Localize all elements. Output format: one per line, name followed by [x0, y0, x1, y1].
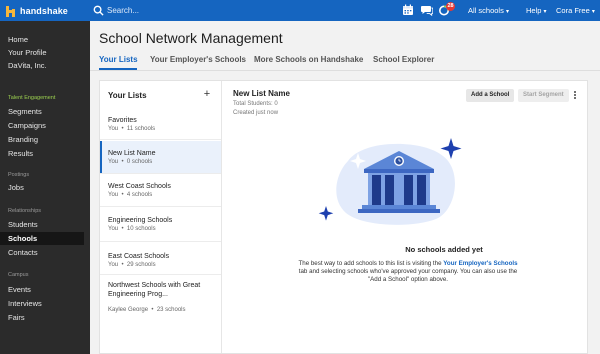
empty-state-text: The best way to add schools to this list…: [298, 260, 518, 283]
sidebar-item-campaigns[interactable]: Campaigns: [0, 119, 90, 132]
tab-your-lists[interactable]: Your Lists: [99, 55, 138, 64]
list-item-meta: Kaylee George • 23 schools: [108, 307, 186, 313]
more-options-icon[interactable]: [572, 90, 578, 102]
lists-panel-title: Your Lists: [108, 91, 147, 100]
list-item-engineering-schools[interactable]: Engineering Schools You • 10 schools: [100, 208, 221, 242]
start-segment-button[interactable]: Start Segment: [518, 89, 569, 102]
list-item-northwest-schools[interactable]: Northwest Schools with Great Engineering…: [100, 276, 221, 320]
calendar-icon[interactable]: [402, 4, 414, 16]
tab-school-explorer[interactable]: School Explorer: [373, 55, 434, 64]
sidebar-item-your-profile[interactable]: Your Profile: [0, 46, 90, 59]
sidebar-section-relationships: Relationships: [8, 208, 42, 214]
list-item-favorites[interactable]: Favorites You • 11 schools: [100, 108, 221, 140]
list-item-name: Favorites: [108, 117, 137, 124]
sidebar-item-fairs[interactable]: Fairs: [0, 311, 90, 324]
list-item-new-list-name[interactable]: New List Name You • 0 schools: [100, 141, 221, 174]
lists-card: Your Lists + Favorites You • 11 schools …: [99, 80, 588, 354]
sidebar-section-postings: Postings: [8, 172, 30, 178]
school-building-illustration: [318, 138, 462, 225]
lists-panel: Your Lists + Favorites You • 11 schools …: [100, 81, 222, 353]
top-navigation-bar: handshake 28 All schools ▾ Help ▾ Cora F…: [0, 0, 600, 21]
sidebar-item-branding[interactable]: Branding: [0, 133, 90, 146]
chevron-down-icon: ▾: [591, 9, 595, 15]
list-item-meta: You • 11 schools: [108, 126, 156, 132]
created-time: Created just now: [233, 110, 279, 116]
sidebar-item-company[interactable]: DaVita, Inc.: [0, 59, 90, 72]
help-menu[interactable]: Help ▾: [526, 6, 547, 15]
plus-icon[interactable]: +: [202, 89, 212, 100]
tabs-divider: [90, 70, 600, 71]
list-item-meta: You • 4 schools: [108, 192, 153, 198]
sidebar-section-campus: Campus: [8, 272, 29, 278]
page-title: School Network Management: [99, 30, 283, 46]
empty-state-title: No schools added yet: [405, 245, 483, 254]
list-item-name: Engineering Schools: [108, 217, 173, 224]
list-item-east-coast-schools[interactable]: East Coast Schools You • 29 schools: [100, 243, 221, 275]
add-a-school-button[interactable]: Add a School: [466, 89, 515, 102]
sidebar-item-segments[interactable]: Segments: [0, 105, 90, 118]
total-students: Total Students: 0: [233, 101, 278, 107]
user-menu[interactable]: Cora Free ▾: [556, 6, 595, 15]
list-item-name: Northwest Schools with Great Engineering…: [108, 282, 201, 298]
chat-icon[interactable]: [421, 4, 433, 16]
handshake-logo-icon: [6, 5, 17, 17]
notification-count-badge: 28: [446, 2, 455, 11]
handshake-logo[interactable]: handshake: [6, 4, 68, 18]
sidebar-item-home[interactable]: Home: [0, 33, 90, 46]
list-item-west-coast-schools[interactable]: West Coast Schools You • 4 schools: [100, 175, 221, 207]
sidebar-section-talent-engagement: Talent Engagement: [8, 95, 56, 101]
list-detail-title: New List Name: [233, 89, 290, 98]
sidebar-item-students[interactable]: Students: [0, 218, 90, 231]
chevron-down-icon: ▾: [505, 9, 509, 15]
your-employers-schools-link[interactable]: Your Employer's Schools: [443, 260, 517, 267]
sidebar-item-events[interactable]: Events: [0, 283, 90, 296]
all-schools-menu[interactable]: All schools ▾: [468, 6, 509, 15]
search-icon[interactable]: [93, 5, 104, 16]
list-item-name: West Coast Schools: [108, 183, 171, 190]
tab-your-employers-schools[interactable]: Your Employer's Schools: [150, 55, 246, 64]
sidebar-item-jobs[interactable]: Jobs: [0, 181, 90, 194]
sidebar-item-results[interactable]: Results: [0, 147, 90, 160]
sidebar-item-interviews[interactable]: Interviews: [0, 297, 90, 310]
chevron-down-icon: ▾: [543, 9, 547, 15]
list-item-meta: You • 10 schools: [108, 226, 156, 232]
list-item-meta: You • 29 schools: [108, 262, 156, 268]
tab-more-schools-on-handshake[interactable]: More Schools on Handshake: [254, 55, 363, 64]
list-item-meta: You • 0 schools: [108, 159, 153, 165]
brand-name: handshake: [20, 6, 68, 16]
sidebar: Home Your Profile DaVita, Inc. Talent En…: [0, 21, 90, 354]
search-input[interactable]: [107, 3, 307, 18]
list-item-name: New List Name: [108, 150, 156, 157]
sidebar-item-schools[interactable]: Schools: [0, 232, 84, 245]
list-item-name: East Coast Schools: [108, 253, 170, 260]
sidebar-item-contacts[interactable]: Contacts: [0, 246, 90, 259]
